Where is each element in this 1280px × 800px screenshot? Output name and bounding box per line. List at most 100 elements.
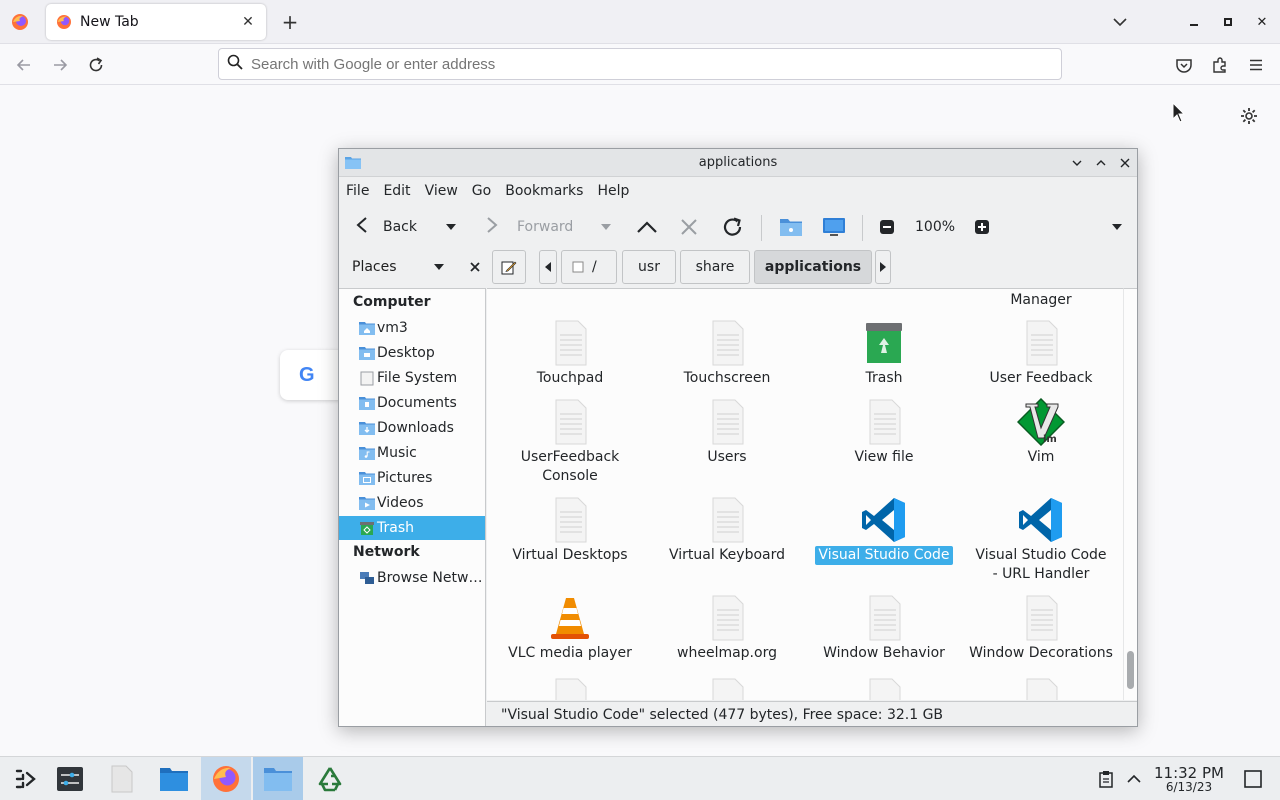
- file-item-userfeedback-console[interactable]: UserFeedback Console: [495, 398, 645, 486]
- menu-view[interactable]: View: [425, 183, 458, 199]
- extensions-icon[interactable]: [1209, 54, 1231, 76]
- close-browser-icon[interactable]: ✕: [1252, 12, 1272, 32]
- breadcrumb-root[interactable]: /: [561, 250, 617, 284]
- file-item-vlc[interactable]: VLC media player: [495, 594, 645, 663]
- places-item-documents[interactable]: Documents: [339, 391, 485, 415]
- file-item-partial[interactable]: [495, 677, 645, 700]
- dolphin-taskbar-icon[interactable]: [253, 757, 303, 800]
- places-item-pictures[interactable]: Pictures: [339, 466, 485, 490]
- file-item-window-decorations[interactable]: Window Decorations: [966, 594, 1116, 663]
- places-item-downloads[interactable]: Downloads: [339, 416, 485, 440]
- toolbar-overflow-dropdown-icon[interactable]: [1111, 205, 1123, 249]
- firefox-view-icon[interactable]: [10, 12, 30, 32]
- back-button[interactable]: Back: [355, 205, 417, 249]
- file-item-partial[interactable]: Manager: [966, 289, 1116, 310]
- places-item-music[interactable]: Music: [339, 441, 485, 465]
- file-item-virtual-keyboard[interactable]: Virtual Keyboard: [652, 496, 802, 565]
- chevron-right-icon: [880, 262, 886, 272]
- application-launcher-icon[interactable]: [0, 757, 50, 800]
- firefox-taskbar-icon[interactable]: [201, 757, 251, 800]
- recycle-taskbar-icon[interactable]: [305, 757, 355, 800]
- clipboard-tray-icon[interactable]: [1096, 769, 1116, 789]
- reload-icon[interactable]: [721, 205, 745, 249]
- breadcrumb-scroll-left[interactable]: [539, 250, 557, 284]
- newtab-settings-gear-icon[interactable]: [1239, 106, 1259, 126]
- menu-file[interactable]: File: [346, 183, 369, 199]
- file-item-users[interactable]: Users: [652, 398, 802, 467]
- system-settings-taskbar-icon[interactable]: [45, 757, 95, 800]
- generic-file-icon: [555, 497, 587, 543]
- forward-history-dropdown-icon[interactable]: [600, 205, 612, 249]
- address-input[interactable]: [251, 55, 1031, 73]
- new-tab-button[interactable]: +: [279, 10, 301, 34]
- places-item-browse-network[interactable]: Browse Netw…: [339, 566, 485, 590]
- vlc-cone-icon: [551, 598, 589, 639]
- view-scrollbar[interactable]: [1123, 288, 1137, 700]
- window-maximize-chevron-icon[interactable]: [1092, 154, 1110, 172]
- window-titlebar[interactable]: applications: [339, 149, 1137, 177]
- places-item-file-system[interactable]: File System: [339, 366, 485, 390]
- back-history-dropdown-icon[interactable]: [445, 205, 457, 249]
- file-item-visual-studio-code[interactable]: Visual Studio Code: [809, 496, 959, 565]
- file-item-trash[interactable]: Trash: [809, 319, 959, 388]
- file-item-partial[interactable]: [966, 677, 1116, 700]
- menu-edit[interactable]: Edit: [383, 183, 410, 199]
- file-item-view-file[interactable]: View file: [809, 398, 959, 467]
- window-minimize-chevron-icon[interactable]: [1068, 154, 1086, 172]
- file-item-partial[interactable]: [652, 677, 802, 700]
- file-label: Window Behavior: [823, 645, 945, 661]
- places-item-videos[interactable]: Videos: [339, 491, 485, 515]
- zoom-out-icon[interactable]: [880, 205, 894, 249]
- places-dropdown-icon[interactable]: [427, 263, 451, 271]
- text-file-taskbar-icon[interactable]: [97, 757, 147, 800]
- file-manager-taskbar-icon[interactable]: [149, 757, 199, 800]
- tab-new-tab[interactable]: New Tab ✕: [46, 4, 266, 40]
- file-item-wheelmap[interactable]: wheelmap.org: [652, 594, 802, 663]
- back-label: Back: [383, 219, 417, 235]
- places-item-desktop[interactable]: Desktop: [339, 341, 485, 365]
- file-item-user-feedback[interactable]: User Feedback: [966, 319, 1116, 388]
- back-arrow-icon[interactable]: [13, 54, 35, 76]
- file-icon-view[interactable]: Manager Touchpad Touchscreen Trash User …: [487, 288, 1123, 700]
- list-all-tabs-icon[interactable]: [1110, 12, 1130, 32]
- hamburger-menu-icon[interactable]: [1245, 54, 1267, 76]
- show-desktop-icon[interactable]: [1243, 769, 1263, 789]
- up-folder-icon[interactable]: [636, 205, 658, 249]
- menu-help[interactable]: Help: [597, 183, 629, 199]
- file-item-window-behavior[interactable]: Window Behavior: [809, 594, 959, 663]
- show-hidden-tray-chevron-icon[interactable]: [1124, 769, 1144, 789]
- breadcrumb-usr[interactable]: usr: [622, 250, 676, 284]
- clock-date[interactable]: 6/13/23: [1148, 780, 1230, 794]
- pocket-icon[interactable]: [1173, 54, 1195, 76]
- places-item-vm3[interactable]: vm3: [339, 316, 485, 340]
- url-bar[interactable]: [218, 48, 1062, 80]
- edit-location-button[interactable]: [492, 250, 526, 284]
- zoom-in-icon[interactable]: [975, 205, 989, 249]
- forward-arrow-icon[interactable]: [49, 54, 71, 76]
- window-close-icon[interactable]: [1116, 154, 1134, 172]
- file-item-touchscreen[interactable]: Touchscreen: [652, 319, 802, 388]
- file-item-touchpad[interactable]: Touchpad: [495, 319, 645, 388]
- close-places-icon[interactable]: [463, 262, 487, 272]
- close-tab-icon[interactable]: ✕: [240, 14, 256, 30]
- file-item-virtual-desktops[interactable]: Virtual Desktops: [495, 496, 645, 565]
- open-folder-icon[interactable]: [779, 205, 803, 249]
- monitor-icon[interactable]: [822, 205, 846, 249]
- minimize-browser-icon[interactable]: [1184, 12, 1204, 32]
- file-item-vim[interactable]: im Vim: [966, 398, 1116, 467]
- toolbar-separator: [862, 215, 863, 241]
- scrollbar-thumb[interactable]: [1127, 651, 1134, 689]
- breadcrumb-share[interactable]: share: [680, 250, 750, 284]
- chevron-left-icon: [545, 262, 551, 272]
- file-item-vscode-url-handler[interactable]: Visual Studio Code - URL Handler: [966, 496, 1116, 584]
- stop-loading-icon[interactable]: [680, 205, 698, 249]
- maximize-browser-icon[interactable]: [1218, 12, 1238, 32]
- places-item-trash[interactable]: Trash: [339, 516, 485, 540]
- breadcrumb-applications[interactable]: applications: [754, 250, 872, 284]
- menu-bookmarks[interactable]: Bookmarks: [505, 183, 583, 199]
- file-item-partial[interactable]: [809, 677, 959, 700]
- menu-go[interactable]: Go: [472, 183, 491, 199]
- reload-icon[interactable]: [85, 54, 107, 76]
- forward-button[interactable]: Forward: [485, 205, 573, 249]
- breadcrumb-scroll-right[interactable]: [875, 250, 891, 284]
